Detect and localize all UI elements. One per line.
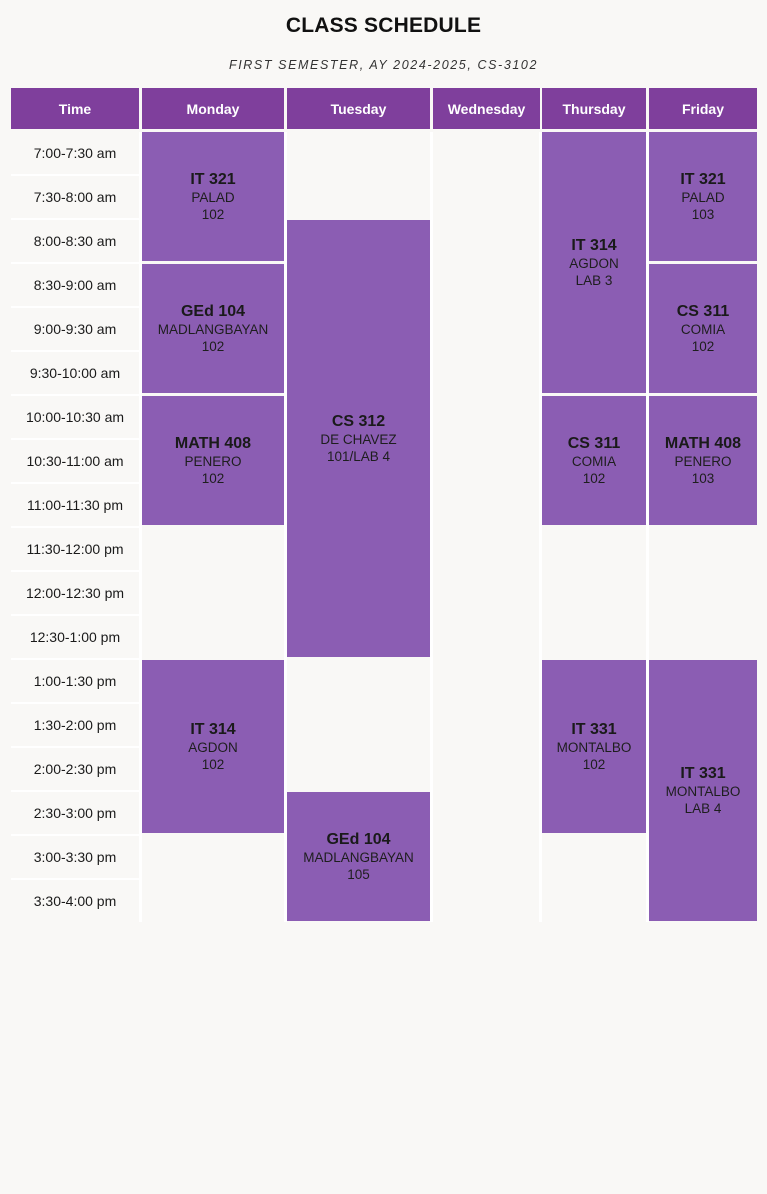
room-label: 105 — [347, 867, 370, 882]
course-code: IT 314 — [190, 721, 236, 738]
time-slot: 11:30-12:00 pm — [11, 528, 139, 570]
instructor-name: PENERO — [184, 454, 242, 469]
course-code: CS 311 — [567, 435, 621, 452]
day-column-wednesday — [433, 132, 540, 922]
time-slot: 9:30-10:00 am — [11, 352, 139, 394]
course-code: IT 331 — [680, 765, 726, 782]
room-label: 102 — [691, 339, 715, 354]
class-block[interactable]: GEd 104 MADLANGBAYAN 105 — [287, 792, 430, 921]
course-code: IT 314 — [571, 237, 617, 254]
column-divider — [430, 132, 433, 922]
instructor-name: DE CHAVEZ — [320, 432, 397, 447]
time-slot: 12:00-12:30 pm — [11, 572, 139, 614]
room-label: 102 — [582, 471, 606, 486]
time-slot: 11:00-11:30 pm — [11, 484, 139, 526]
time-slot: 9:00-9:30 am — [11, 308, 139, 350]
header-tuesday: Tuesday — [287, 88, 430, 129]
instructor-name: AGDON — [569, 256, 619, 271]
instructor-name: AGDON — [188, 740, 238, 755]
class-block[interactable]: CS 311 COMIA 102 — [649, 264, 757, 393]
class-block[interactable]: IT 314 AGDON 102 — [142, 660, 284, 833]
course-code: IT 321 — [680, 171, 726, 188]
header-time: Time — [11, 88, 139, 129]
course-code: IT 331 — [571, 721, 617, 738]
time-slot: 2:00-2:30 pm — [11, 748, 139, 790]
class-block[interactable]: MATH 408 PENERO 102 — [142, 396, 284, 525]
instructor-name: COMIA — [571, 454, 617, 469]
instructor-name: MADLANGBAYAN — [303, 850, 414, 865]
room-label: 102 — [582, 757, 606, 772]
class-block[interactable]: IT 321 PALAD 103 — [649, 132, 757, 261]
course-code: MATH 408 — [664, 435, 742, 452]
time-slot: 10:00-10:30 am — [11, 396, 139, 438]
class-block[interactable]: CS 311 COMIA 102 — [542, 396, 646, 525]
class-block[interactable]: IT 321 PALAD 102 — [142, 132, 284, 261]
class-block[interactable]: IT 331 MONTALBO 102 — [542, 660, 646, 833]
room-label: 102 — [201, 339, 225, 354]
time-slot: 8:30-9:00 am — [11, 264, 139, 306]
time-slot: 1:30-2:00 pm — [11, 704, 139, 746]
instructor-name: PENERO — [674, 454, 732, 469]
time-slot: 3:30-4:00 pm — [11, 880, 139, 922]
room-label: 102 — [201, 207, 225, 222]
time-slot: 3:00-3:30 pm — [11, 836, 139, 878]
header-thursday: Thursday — [542, 88, 646, 129]
class-block[interactable]: IT 314 AGDON LAB 3 — [542, 132, 646, 393]
class-block[interactable]: GEd 104 MADLANGBAYAN 102 — [142, 264, 284, 393]
time-slot: 7:30-8:00 am — [11, 176, 139, 218]
course-code: MATH 408 — [174, 435, 252, 452]
instructor-name: PALAD — [191, 190, 235, 205]
course-code: GEd 104 — [326, 831, 391, 848]
time-slot: 10:30-11:00 am — [11, 440, 139, 482]
schedule-table: Time Monday Tuesday Wednesday Thursday Friday… — [0, 0, 767, 1194]
instructor-name: PALAD — [681, 190, 725, 205]
time-slot: 2:30-3:00 pm — [11, 792, 139, 834]
room-label: LAB 3 — [575, 273, 613, 288]
class-block[interactable]: IT 331 MONTALBO LAB 4 — [649, 660, 757, 921]
course-code: IT 321 — [190, 171, 236, 188]
time-slot: 1:00-1:30 pm — [11, 660, 139, 702]
header-friday: Friday — [649, 88, 757, 129]
header-wednesday: Wednesday — [433, 88, 540, 129]
room-label: 103 — [691, 207, 715, 222]
class-block[interactable]: MATH 408 PENERO 103 — [649, 396, 757, 525]
time-slot: 12:30-1:00 pm — [11, 616, 139, 658]
room-label: 102 — [201, 471, 225, 486]
course-code: CS 312 — [331, 413, 386, 430]
instructor-name: MADLANGBAYAN — [157, 322, 269, 337]
time-slot: 7:00-7:30 am — [11, 132, 139, 174]
room-label: LAB 4 — [684, 801, 722, 816]
header-monday: Monday — [142, 88, 284, 129]
course-code: GEd 104 — [180, 303, 246, 320]
time-slot: 8:00-8:30 am — [11, 220, 139, 262]
course-code: CS 311 — [676, 303, 730, 320]
instructor-name: MONTALBO — [556, 740, 632, 755]
instructor-name: COMIA — [680, 322, 726, 337]
room-label: 101/LAB 4 — [326, 449, 391, 464]
room-label: 102 — [201, 757, 225, 772]
room-label: 103 — [691, 471, 715, 486]
class-block[interactable]: CS 312 DE CHAVEZ 101/LAB 4 — [287, 220, 430, 657]
instructor-name: MONTALBO — [665, 784, 741, 799]
